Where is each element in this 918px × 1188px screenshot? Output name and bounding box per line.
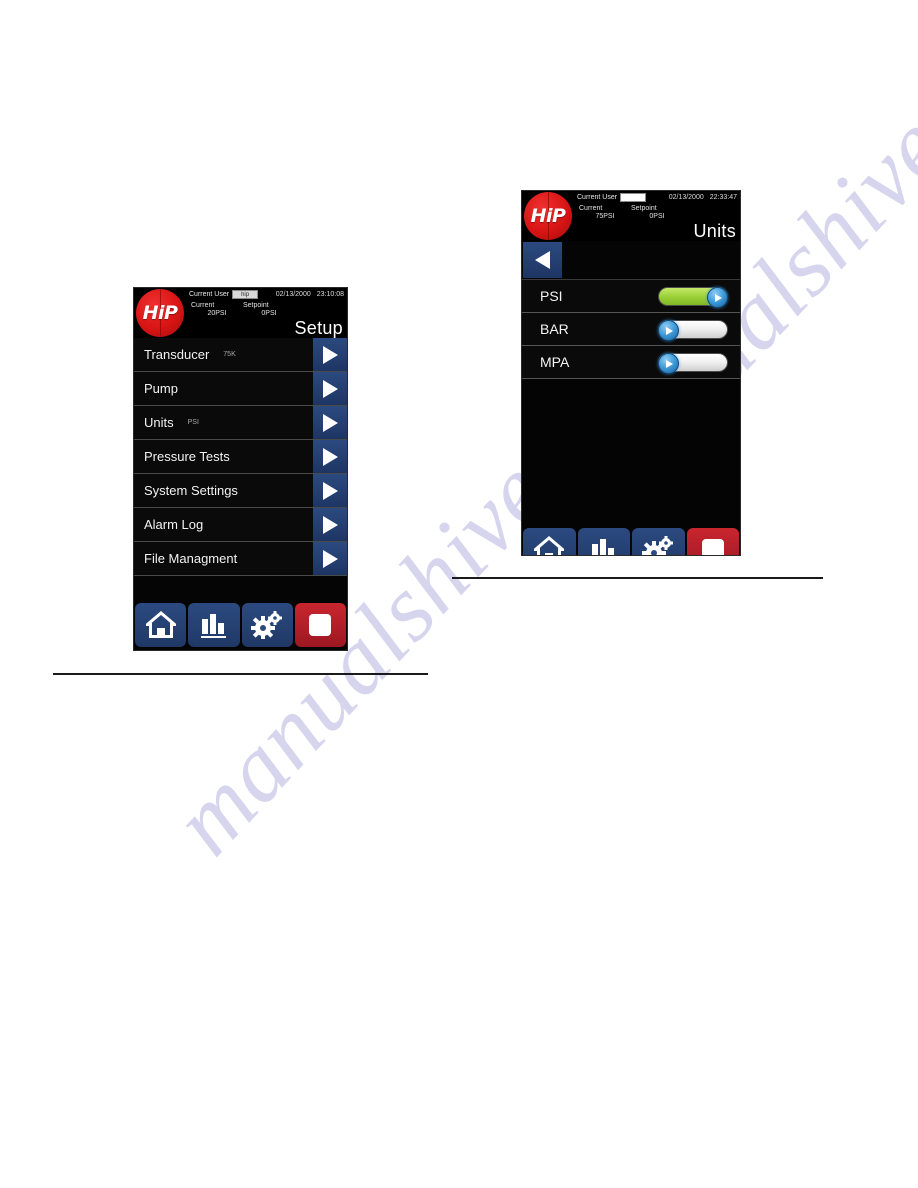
current-label: Current [191,302,215,309]
units-datetime: 02/13/2000 22:33:47 [669,194,737,201]
time-text: 22:33:47 [709,194,737,201]
setup-menu-list: Transducer 75K Pump Units PSI Pressure T… [134,338,347,602]
gears-icon [251,611,283,639]
setpoint-value: 0PSI [649,213,665,220]
home-icon [534,536,565,555]
menu-item-system-settings[interactable]: System Settings [134,474,347,508]
toggle-knob [658,320,679,341]
menu-item-alarm-log[interactable]: Alarm Log [134,508,347,542]
triangle-right-icon[interactable] [313,474,347,507]
units-empty-space [522,379,740,527]
toolbar-chart-button[interactable] [188,603,240,647]
setup-datetime: 02/13/2000 23:10:08 [276,291,344,298]
menu-item-units[interactable]: Units PSI [134,406,347,440]
menu-item-label: File Managment [144,551,238,566]
setup-bottom-toolbar [134,602,347,648]
unit-row-psi[interactable]: PSI [522,280,740,313]
triangle-right-icon[interactable] [313,440,347,473]
menu-item-label: Transducer [144,347,210,362]
triangle-right-icon[interactable] [313,338,347,371]
setup-user-row: Current User hip 02/13/2000 23:10:08 [189,290,344,299]
menu-item-label: Units [144,415,174,430]
bar-toggle[interactable] [658,320,728,341]
toolbar-stop-button[interactable] [686,528,739,555]
page-canvas: manualshive.com manualshive.com HiP Curr… [0,0,918,1188]
menu-item-value: PSI [187,419,199,426]
unit-label: BAR [540,321,569,337]
back-button[interactable] [523,242,562,278]
current-user-label: Current User [189,291,230,298]
units-toggle-list: PSI BAR MPA [522,280,740,527]
stop-icon [309,614,332,636]
menu-item-label: Pressure Tests [144,449,230,464]
divider-line [53,673,428,675]
menu-item-pump[interactable]: Pump [134,372,347,406]
home-icon [145,611,176,639]
hip-logo: HiP [524,192,572,240]
menu-item-transducer[interactable]: Transducer 75K [134,338,347,372]
menu-item-pressure-tests[interactable]: Pressure Tests [134,440,347,474]
triangle-left-icon [535,251,550,269]
toolbar-chart-button[interactable] [577,528,630,555]
unit-label: PSI [540,288,563,304]
triangle-right-icon[interactable] [313,508,347,541]
toolbar-home-button[interactable] [523,528,576,555]
current-user-label: Current User [577,194,618,201]
menu-item-file-managment[interactable]: File Managment [134,542,347,576]
units-back-bar [522,241,740,280]
setup-pressure-meta: Current Setpoint 20PSI 0PSI [191,302,295,317]
stop-icon [701,539,724,555]
toggle-knob [658,353,679,374]
setpoint-label: Setpoint [243,302,269,309]
hip-logo: HiP [136,289,184,337]
setup-page-title: Setup [294,318,343,338]
menu-item-value: 75K [223,351,236,358]
menu-item-label: Alarm Log [144,517,204,532]
toggle-knob [707,287,728,308]
current-user-value[interactable]: hip [232,290,259,299]
units-bottom-toolbar [522,527,740,555]
toolbar-home-button[interactable] [135,603,187,647]
units-pressure-meta: Current Setpoint 75PSI 0PSI [579,205,683,220]
current-user-value[interactable] [620,193,647,202]
units-page-title: Units [693,221,736,241]
time-text: 23:10:08 [316,291,344,298]
date-text: 02/13/2000 [668,194,704,201]
triangle-right-icon[interactable] [313,372,347,405]
current-label: Current [579,205,603,212]
setup-screen-panel: HiP Current User hip 02/13/2000 23:10:08… [133,287,348,651]
logo-label: HiP [530,204,566,227]
gears-icon [642,536,674,555]
units-header: HiP Current User 02/13/2000 22:33:47 Cur… [522,191,740,241]
unit-row-bar[interactable]: BAR [522,313,740,346]
current-value: 75PSI [595,213,615,220]
setpoint-label: Setpoint [631,205,657,212]
units-user-row: Current User 02/13/2000 22:33:47 [577,193,737,202]
date-text: 02/13/2000 [275,291,311,298]
triangle-right-icon[interactable] [313,406,347,439]
menu-item-label: System Settings [144,483,238,498]
logo-label: HiP [142,301,178,324]
units-screen-panel: HiP Current User 02/13/2000 22:33:47 Cur… [521,190,741,556]
list-empty-space [134,576,347,602]
divider-line [452,577,823,579]
triangle-right-icon[interactable] [313,542,347,575]
mpa-toggle[interactable] [658,353,728,374]
unit-row-mpa[interactable]: MPA [522,346,740,379]
toolbar-stop-button[interactable] [294,603,346,647]
setup-header: HiP Current User hip 02/13/2000 23:10:08… [134,288,347,338]
unit-label: MPA [540,354,570,370]
current-value: 20PSI [207,310,227,317]
setpoint-value: 0PSI [261,310,277,317]
menu-item-label: Pump [144,381,178,396]
toolbar-setup-button[interactable] [632,528,685,555]
psi-toggle[interactable] [658,287,728,308]
bar-chart-icon [589,536,619,555]
bar-chart-icon [199,611,229,639]
toolbar-setup-button[interactable] [241,603,293,647]
